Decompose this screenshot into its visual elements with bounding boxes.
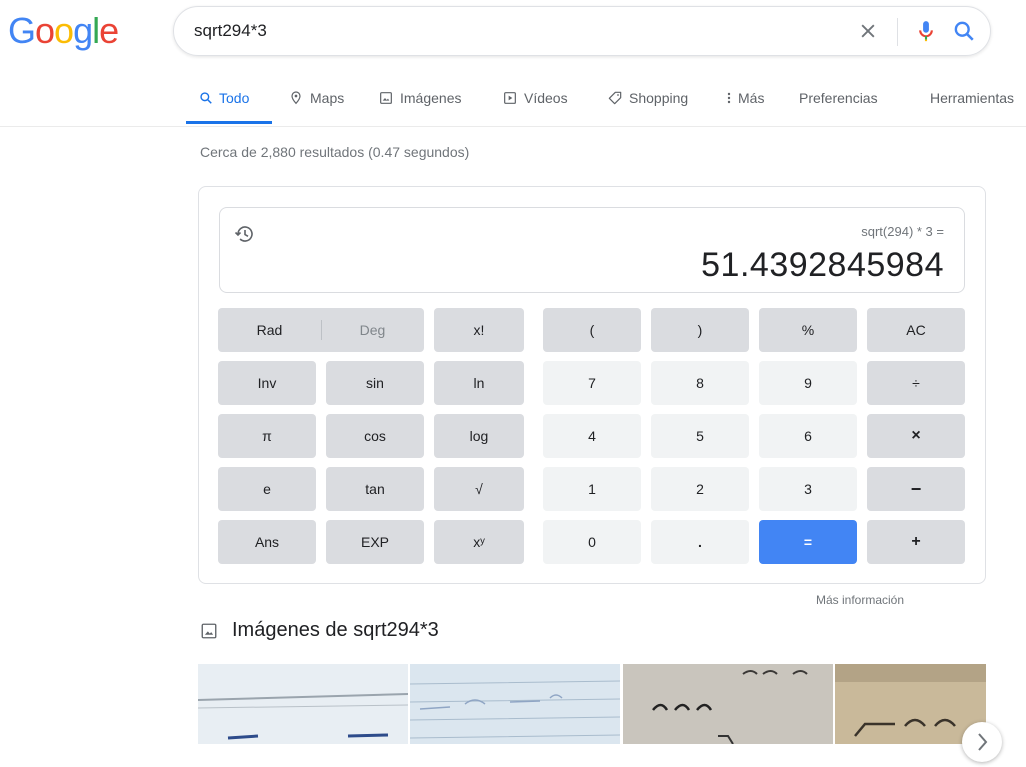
logo-letter: o [54,10,74,51]
ln-key[interactable]: ln [434,361,524,405]
deg-key[interactable]: Deg [321,322,424,338]
logo-letter: o [35,10,55,51]
image-icon [201,623,217,638]
rad-key[interactable]: Rad [218,322,321,338]
search-tabs: Todo Maps Imágenes Vídeos Shopping Más P… [0,86,1026,127]
percent-key[interactable]: % [759,308,857,352]
digit-4-key[interactable]: 4 [543,414,641,458]
result-stats: Cerca de 2,880 resultados (0.47 segundos… [200,144,470,160]
next-images-button[interactable] [962,722,1002,762]
more-vert-icon [727,92,731,104]
images-section-header[interactable]: Imágenes de sqrt294*3 [200,619,439,642]
digit-5-key[interactable]: 5 [651,414,749,458]
digit-2-key[interactable]: 2 [651,467,749,511]
tab-label: Imágenes [400,90,462,106]
tab-maps[interactable]: Maps [288,90,344,106]
inv-key[interactable]: Inv [218,361,316,405]
factorial-key[interactable]: x! [434,308,524,352]
power-key[interactable]: xʸ [434,520,524,564]
tab-imagenes[interactable]: Imágenes [378,90,461,106]
tab-videos[interactable]: Vídeos [502,90,568,106]
right-paren-key[interactable]: ) [651,308,749,352]
all-clear-key[interactable]: AC [867,308,965,352]
tab-herramientas[interactable]: Herramientas [930,90,1014,106]
ans-key[interactable]: Ans [218,520,316,564]
map-pin-icon [291,91,301,105]
google-logo[interactable]: Google [8,10,119,52]
images-section-title: Imágenes de sqrt294*3 [232,619,439,641]
clear-icon[interactable] [854,17,882,45]
tab-label: Todo [219,90,250,106]
equals-key[interactable]: = [759,520,857,564]
tab-preferencias[interactable]: Preferencias [799,90,878,106]
search-input[interactable]: sqrt294*3 [194,21,267,41]
tab-label: Maps [310,90,345,106]
calculator-expression: sqrt(294) * 3 = [861,224,944,239]
tab-label: Shopping [629,90,689,106]
calculator-display: sqrt(294) * 3 = 51.4392845984 [219,207,965,293]
search-icon [200,92,212,104]
image-thumbnail[interactable] [198,664,408,744]
rad-deg-toggle[interactable]: Rad Deg [218,308,424,352]
tan-key[interactable]: tan [326,467,424,511]
calculator-result: 51.4392845984 [701,246,944,284]
digit-6-key[interactable]: 6 [759,414,857,458]
pi-key[interactable]: π [218,414,316,458]
log-key[interactable]: log [434,414,524,458]
chevron-right-icon [978,733,988,751]
logo-letter: e [99,10,119,51]
left-paren-key[interactable]: ( [543,308,641,352]
search-icon[interactable] [950,17,978,45]
image-icon [380,92,392,104]
add-key[interactable]: + [867,520,965,564]
logo-letter: l [92,10,100,51]
tab-label: Vídeos [524,90,568,106]
tab-label: Preferencias [799,90,878,106]
digit-0-key[interactable]: 0 [543,520,641,564]
exp-key[interactable]: EXP [326,520,424,564]
sqrt-key[interactable]: √ [434,467,524,511]
digit-8-key[interactable]: 8 [651,361,749,405]
tag-icon [608,91,622,105]
image-thumbnail[interactable] [410,664,620,744]
e-key[interactable]: e [218,467,316,511]
more-info-link[interactable]: Más información [816,593,904,607]
subtract-key[interactable]: − [867,467,965,511]
toggle-separator [321,320,322,340]
cos-key[interactable]: cos [326,414,424,458]
calculator-card: sqrt(294) * 3 = 51.4392845984 Rad Deg x!… [198,186,986,584]
search-divider [897,18,898,46]
microphone-icon[interactable] [912,17,940,45]
image-thumbnail[interactable] [623,664,833,744]
logo-letter: g [73,10,93,51]
tab-mas[interactable]: Más [726,90,764,106]
tab-shopping[interactable]: Shopping [607,90,688,106]
tab-label: Más [738,90,765,106]
multiply-key[interactable]: × [867,414,965,458]
digit-3-key[interactable]: 3 [759,467,857,511]
decimal-key[interactable]: . [651,520,749,564]
video-icon [504,92,516,104]
history-icon[interactable] [232,222,256,246]
sin-key[interactable]: sin [326,361,424,405]
search-box[interactable]: sqrt294*3 [173,6,991,56]
digit-7-key[interactable]: 7 [543,361,641,405]
active-tab-indicator [186,121,272,124]
tab-label: Herramientas [930,90,1015,106]
divide-key[interactable]: ÷ [867,361,965,405]
tab-todo[interactable]: Todo [199,90,249,106]
digit-1-key[interactable]: 1 [543,467,641,511]
logo-letter: G [8,10,36,51]
digit-9-key[interactable]: 9 [759,361,857,405]
